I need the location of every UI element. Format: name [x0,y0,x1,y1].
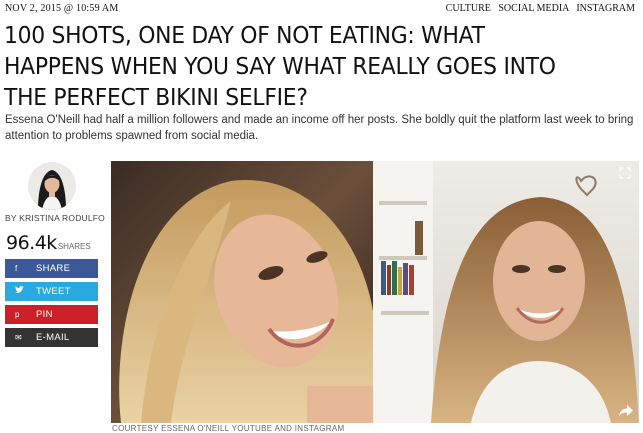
share-count-number: 96.4k [6,232,57,254]
tag-social-media[interactable]: SOCIAL MEDIA [498,3,568,14]
pinterest-share-label: PIN [36,309,53,320]
tag-list: CULTURE SOCIAL MEDIA INSTAGRAM [441,3,635,14]
share-count-label: SHARES [57,242,91,251]
author-avatar[interactable] [28,162,76,210]
headline-line-3: THE PERFECT BIKINI SELFIE? [4,83,308,111]
share-count: 96.4kSHARES [6,232,91,254]
tag-culture[interactable]: CULTURE [446,3,491,14]
facebook-share-button[interactable]: f SHARE [5,259,98,278]
twitter-share-label: TWEET [36,286,71,297]
share-arrow-icon[interactable] [619,404,633,417]
facebook-icon: f [15,264,18,273]
hero-image[interactable] [111,161,639,423]
facebook-share-label: SHARE [36,263,71,274]
headline-line-1: 100 SHOTS, ONE DAY OF NOT EATING: WHAT [4,21,485,49]
tag-instagram[interactable]: INSTAGRAM [576,3,635,14]
article-meta-bar: NOV 2, 2015 @ 10:59 AM CULTURE SOCIAL ME… [0,0,643,18]
article-headline: 100 SHOTS, ONE DAY OF NOT EATING: WHAT H… [4,20,590,113]
publish-date: NOV 2, 2015 @ 10:59 AM [5,3,119,14]
pinterest-icon: p [15,310,20,319]
headline-line-2: HAPPENS WHEN YOU SAY WHAT REALLY GOES IN… [4,52,556,80]
email-share-label: E-MAIL [36,332,70,343]
author-byline[interactable]: BY KRISTINA RODULFO [5,213,105,223]
pinterest-share-button[interactable]: p PIN [5,305,98,324]
expand-icon[interactable] [619,166,631,179]
twitter-icon [15,282,29,301]
email-share-button[interactable]: ✉ E-MAIL [5,328,98,347]
article-deck: Essena O'Neill had half a million follow… [5,114,634,142]
email-icon: ✉ [15,333,22,342]
twitter-share-button[interactable]: TWEET [5,282,98,301]
